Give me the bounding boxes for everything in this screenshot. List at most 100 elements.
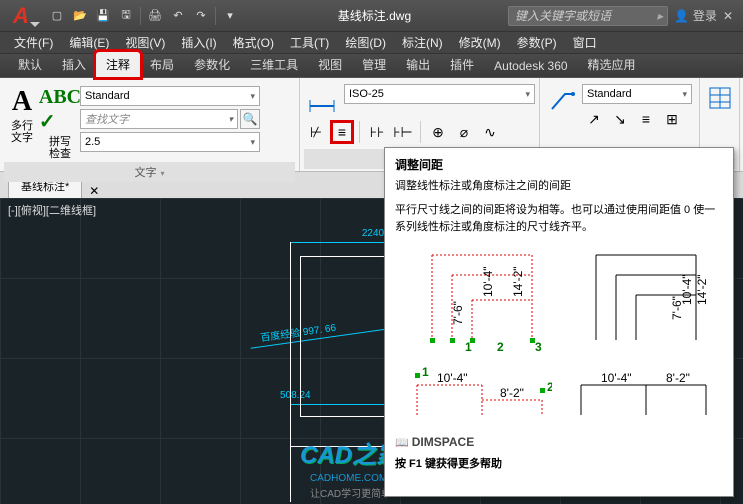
leader-style-combo[interactable]: Standard	[582, 84, 692, 104]
ribbon-tabs: 默认 插入 注释 布局 参数化 三维工具 视图 管理 输出 插件 Autodes…	[0, 54, 743, 78]
dim-jog-icon[interactable]: ∿	[478, 120, 502, 144]
exchange-icon[interactable]: ✕	[723, 9, 733, 23]
help-search-input[interactable]: 键入关键字或短语	[508, 6, 668, 26]
menu-file[interactable]: 文件(F)	[6, 32, 61, 53]
quick-access-toolbar: ▢ 📂 💾 🖫 🖨 ↶ ↷ ▾	[46, 6, 241, 26]
leader-align-icon[interactable]: ≡	[634, 107, 658, 131]
undo-icon[interactable]: ↶	[167, 6, 189, 26]
svg-text:3: 3	[535, 340, 542, 354]
menu-tools[interactable]: 工具(T)	[282, 32, 337, 53]
menu-dimension[interactable]: 标注(N)	[394, 32, 451, 53]
tooltip-diagram-br: 10'-4" 8'-2"	[566, 365, 716, 425]
tooltip-help: 按 F1 键获得更多帮助	[395, 455, 723, 471]
dim-value: 508.24	[280, 390, 311, 401]
qat-more-icon[interactable]: ▾	[219, 6, 241, 26]
text-height-combo[interactable]: 2.5	[80, 132, 260, 152]
title-bar: A ▢ 📂 💾 🖫 🖨 ↶ ↷ ▾ 基线标注.dwg 键入关键字或短语 👤 登录…	[0, 0, 743, 32]
svg-text:10'-4": 10'-4"	[680, 275, 694, 306]
svg-text:14'-2": 14'-2"	[695, 275, 709, 306]
viewport-label[interactable]: [-][俯视][二维线框]	[8, 202, 96, 218]
leader-remove-icon[interactable]: ↘	[608, 107, 632, 131]
tab-manage[interactable]: 管理	[352, 52, 396, 77]
login-label: 登录	[693, 7, 717, 24]
redo-icon[interactable]: ↷	[190, 6, 212, 26]
tab-3dtools[interactable]: 三维工具	[240, 52, 308, 77]
tab-output[interactable]: 输出	[396, 52, 440, 77]
svg-text:10'-4": 10'-4"	[481, 267, 495, 298]
leader-add-icon[interactable]: ↗	[582, 107, 606, 131]
tooltip-diagram-bl: 10'-4" 8'-2" 1 2	[402, 365, 552, 425]
menu-edit[interactable]: 编辑(E)	[61, 32, 117, 53]
print-icon[interactable]: 🖨	[144, 6, 166, 26]
menu-view[interactable]: 视图(V)	[117, 32, 173, 53]
table-icon	[708, 86, 732, 110]
svg-text:8'-2": 8'-2"	[500, 386, 524, 400]
svg-text:7'-6": 7'-6"	[451, 301, 465, 325]
new-icon[interactable]: ▢	[46, 6, 68, 26]
dimension-button[interactable]	[304, 84, 340, 116]
user-icon: 👤	[674, 9, 689, 23]
dim-style-combo[interactable]: ISO-25	[344, 84, 535, 104]
tooltip-command: 📖 DIMSPACE	[395, 435, 723, 449]
svg-text:1: 1	[422, 365, 429, 379]
table-button[interactable]	[704, 84, 735, 112]
menu-draw[interactable]: 绘图(D)	[337, 32, 394, 53]
login-button[interactable]: 👤 登录	[674, 7, 717, 24]
tooltip-body: 平行尺寸线之间的间距将设为相等。也可以通过使用间距值 0 使一系列线性标注或角度…	[395, 202, 723, 235]
menu-bar: 文件(F) 编辑(E) 视图(V) 插入(I) 格式(O) 工具(T) 绘图(D…	[0, 32, 743, 54]
dimension-linear-icon	[307, 86, 337, 114]
tab-featured[interactable]: 精选应用	[578, 52, 646, 77]
dim-tolerance-icon[interactable]: ⊕	[426, 120, 450, 144]
saveas-icon[interactable]: 🖫	[115, 6, 137, 26]
panel-text: A 多行 文字 ABC✓ 拼写 检查 Standard 查找文字 🔍 2.5 文…	[0, 78, 300, 171]
save-icon[interactable]: 💾	[92, 6, 114, 26]
dim-space-icon[interactable]: ≡	[330, 120, 354, 144]
spellcheck-label: 拼写 检查	[44, 136, 76, 160]
text-icon: A	[12, 86, 32, 118]
tab-default[interactable]: 默认	[8, 52, 52, 77]
dim-inspect-icon[interactable]: ⌀	[452, 120, 476, 144]
menu-insert[interactable]: 插入(I)	[173, 32, 224, 53]
svg-text:2: 2	[497, 340, 504, 354]
tab-annotate[interactable]: 注释	[96, 52, 140, 77]
tooltip: 调整间距 调整线性标注或角度标注之间的间距 平行尺寸线之间的间距将设为相等。也可…	[384, 147, 734, 497]
spellcheck-button[interactable]: ABC✓ 拼写 检查	[42, 84, 78, 162]
tab-layout[interactable]: 布局	[140, 52, 184, 77]
text-style-combo[interactable]: Standard	[80, 86, 260, 106]
window-title: 基线标注.dwg	[241, 7, 508, 24]
leader-icon	[547, 86, 577, 114]
app-logo[interactable]: A	[4, 1, 38, 31]
find-button-icon[interactable]: 🔍	[240, 109, 260, 129]
find-text-input[interactable]: 查找文字	[80, 109, 238, 129]
spellcheck-icon: ABC✓	[39, 86, 81, 134]
open-icon[interactable]: 📂	[69, 6, 91, 26]
leader-collect-icon[interactable]: ⊞	[660, 107, 684, 131]
mleader-button[interactable]	[544, 84, 580, 116]
multiline-text-button[interactable]: A 多行 文字	[4, 84, 40, 146]
dim-baseline-icon[interactable]: ⊦⊢	[391, 120, 415, 144]
svg-text:1: 1	[465, 340, 472, 354]
tooltip-desc: 调整线性标注或角度标注之间的间距	[395, 179, 723, 194]
tooltip-diagram-left: 7'-6" 10'-4" 14'-2" 1 2 3	[402, 245, 552, 355]
multiline-text-label: 多行 文字	[6, 120, 38, 144]
svg-text:10'-4": 10'-4"	[601, 371, 632, 385]
tooltip-diagram-right: 7'-6" 10'-4" 14'-2"	[566, 245, 716, 355]
svg-text:2: 2	[547, 380, 552, 394]
menu-modify[interactable]: 修改(M)	[451, 32, 509, 53]
dim-break-icon[interactable]: ⊬	[304, 120, 328, 144]
menu-format[interactable]: 格式(O)	[225, 32, 282, 53]
watermark-tag: 让CAD学习更简单	[310, 485, 391, 500]
tab-plugins[interactable]: 插件	[440, 52, 484, 77]
svg-text:10'-4": 10'-4"	[437, 371, 468, 385]
tooltip-title: 调整间距	[395, 156, 723, 173]
svg-text:8'-2": 8'-2"	[666, 371, 690, 385]
dim-continue-icon[interactable]: ⊦⊦	[365, 120, 389, 144]
tab-insert[interactable]: 插入	[52, 52, 96, 77]
menu-parametric[interactable]: 参数(P)	[509, 32, 565, 53]
new-drawing-tab-icon[interactable]: ✕	[84, 184, 104, 198]
panel-text-title[interactable]: 文字	[4, 162, 295, 182]
menu-window[interactable]: 窗口	[565, 32, 605, 53]
tab-autodesk360[interactable]: Autodesk 360	[484, 55, 577, 77]
tab-view[interactable]: 视图	[308, 52, 352, 77]
tab-parametric[interactable]: 参数化	[184, 52, 240, 77]
